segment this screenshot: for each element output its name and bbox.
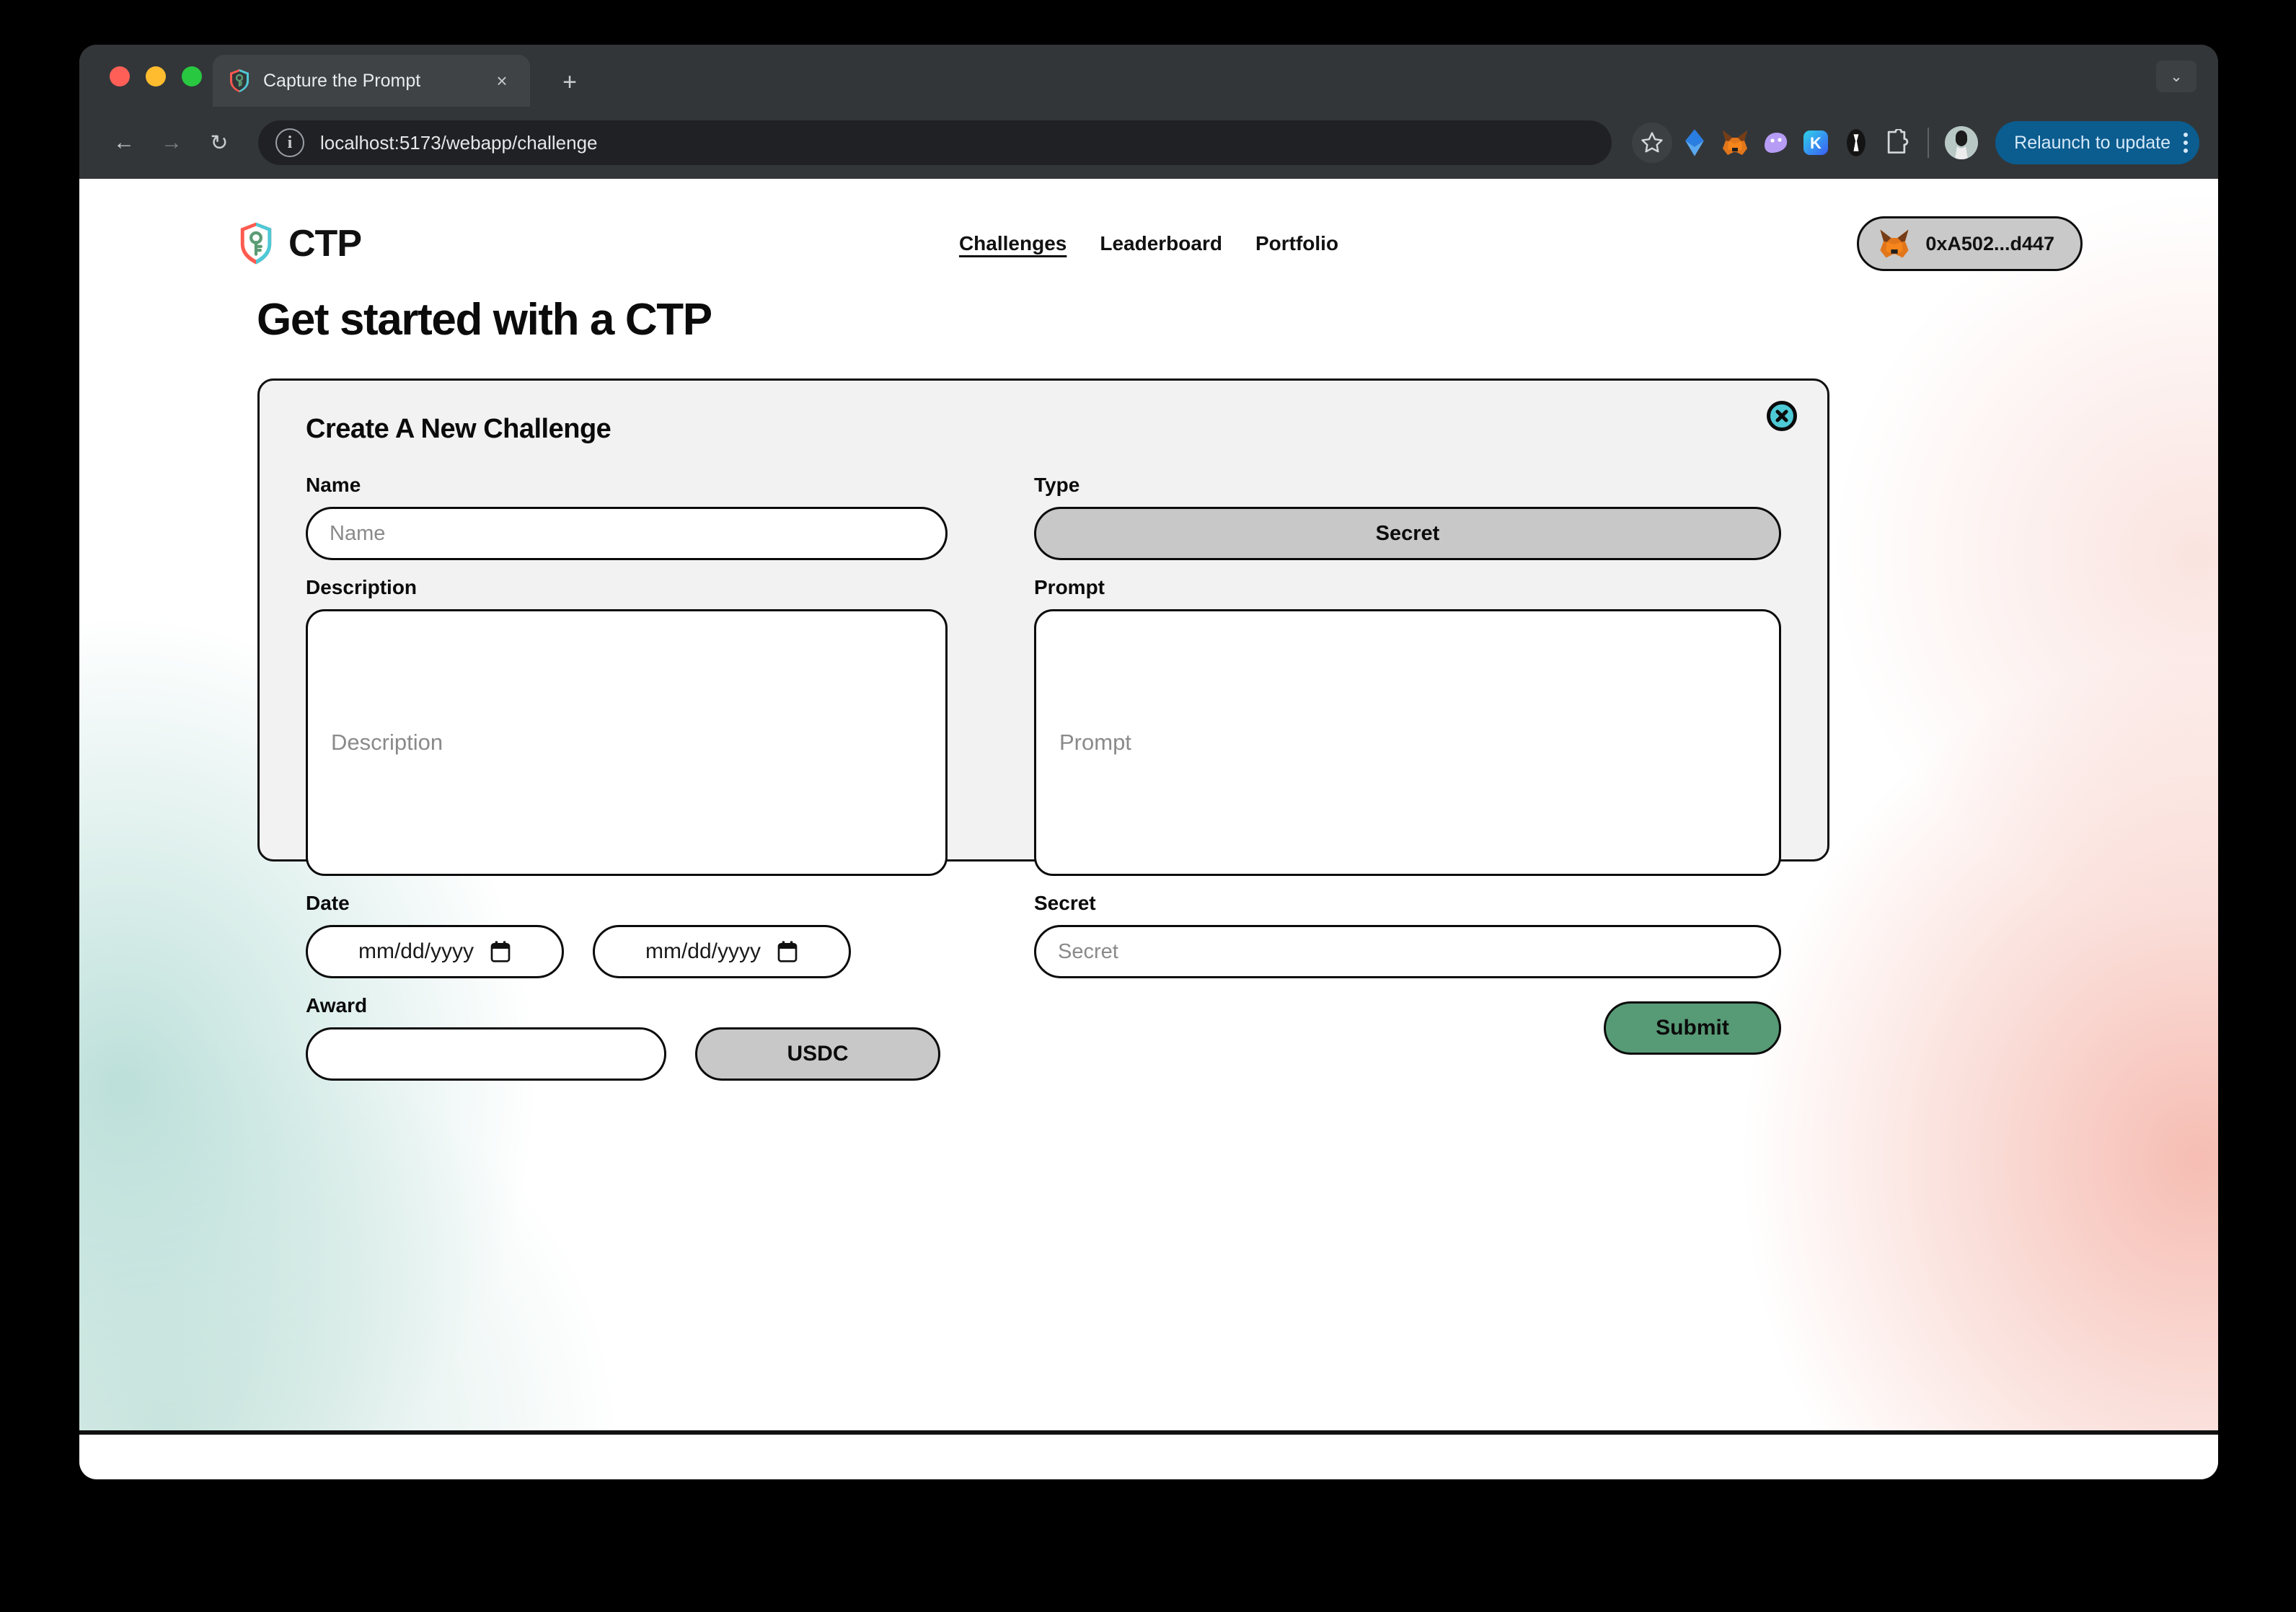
secret-label: Secret bbox=[1034, 892, 1096, 914]
calendar-icon[interactable] bbox=[777, 940, 798, 963]
nav-link-portfolio[interactable]: Portfolio bbox=[1255, 232, 1338, 255]
wallet-connect-button[interactable]: 0xA502...d447 bbox=[1857, 216, 2083, 271]
form-left-column: Name Description Description Date bbox=[306, 474, 948, 1097]
brand-name: CTP bbox=[288, 223, 362, 265]
award-currency-value: USDC bbox=[787, 1042, 849, 1066]
address-bar[interactable]: i localhost:5173/webapp/challenge bbox=[258, 120, 1612, 165]
tab-title: Capture the Prompt bbox=[263, 70, 421, 91]
reload-button[interactable]: ↻ bbox=[199, 123, 239, 163]
toolbar-divider bbox=[1928, 128, 1930, 158]
prompt-placeholder: Prompt bbox=[1059, 730, 1131, 755]
star-icon bbox=[1641, 132, 1663, 153]
prompt-label: Prompt bbox=[1034, 576, 1105, 598]
ctp-shield-icon bbox=[230, 69, 249, 92]
submit-row: Submit bbox=[1034, 1001, 1781, 1055]
field-secret: Secret bbox=[1034, 892, 1781, 978]
minimize-window-button[interactable] bbox=[146, 66, 166, 87]
description-textarea[interactable]: Description bbox=[306, 609, 948, 876]
app-header: CTP Challenges Leaderboard Portfolio 0xA… bbox=[79, 209, 2218, 278]
nav-link-leaderboard[interactable]: Leaderboard bbox=[1100, 232, 1222, 255]
field-prompt: Prompt Prompt bbox=[1034, 576, 1781, 876]
browser-window: Capture the Prompt × + ⌄ ← → ↻ i localho… bbox=[79, 45, 2218, 1479]
name-label: Name bbox=[306, 474, 361, 496]
date-row: mm/dd/yyyy mm/dd/yyyy bbox=[306, 925, 948, 978]
award-currency-select[interactable]: USDC bbox=[695, 1027, 940, 1081]
field-date: Date mm/dd/yyyy mm/dd/yyyy bbox=[306, 892, 948, 978]
metamask-fox-extension-icon[interactable] bbox=[1720, 128, 1750, 158]
date-label: Date bbox=[306, 892, 350, 914]
close-window-button[interactable] bbox=[110, 66, 130, 87]
new-tab-button[interactable]: + bbox=[555, 68, 584, 97]
award-row: USDC bbox=[306, 1027, 948, 1081]
secret-input[interactable] bbox=[1034, 925, 1781, 978]
purple-ghost-extension-icon[interactable] bbox=[1760, 128, 1791, 158]
window-bottom-strip bbox=[79, 1435, 2218, 1479]
prompt-textarea[interactable]: Prompt bbox=[1034, 609, 1781, 876]
maximize-window-button[interactable] bbox=[182, 66, 202, 87]
metamask-fox-icon bbox=[1880, 229, 1909, 258]
browser-toolbar: ← → ↻ i localhost:5173/webapp/challenge bbox=[79, 107, 2218, 179]
keplr-letter: K bbox=[1810, 134, 1822, 152]
browser-tab[interactable]: Capture the Prompt × bbox=[213, 55, 530, 107]
kebab-menu-icon[interactable] bbox=[2184, 133, 2188, 153]
relaunch-to-update-button[interactable]: Relaunch to update bbox=[1995, 121, 2199, 164]
main-nav: Challenges Leaderboard Portfolio bbox=[959, 232, 1338, 255]
type-value: Secret bbox=[1375, 521, 1440, 545]
ctp-shield-key-logo bbox=[240, 222, 272, 265]
chevron-down-icon[interactable]: ⌄ bbox=[2156, 61, 2196, 92]
field-type: Type Secret bbox=[1034, 474, 1781, 560]
blue-diamond-extension-icon[interactable] bbox=[1679, 128, 1710, 158]
field-name: Name bbox=[306, 474, 948, 560]
brand[interactable]: CTP bbox=[238, 221, 362, 266]
url-text: localhost:5173/webapp/challenge bbox=[320, 131, 598, 154]
date-end-input[interactable]: mm/dd/yyyy bbox=[593, 925, 851, 978]
form-right-column: Type Secret Prompt Prompt Secret Secret … bbox=[1034, 474, 1781, 1097]
date-end-placeholder: mm/dd/yyyy bbox=[645, 939, 761, 963]
extensions-bar: K bbox=[1679, 128, 1912, 158]
wallet-address: 0xA502...d447 bbox=[1925, 232, 2054, 254]
field-description: Description Description bbox=[306, 576, 948, 876]
field-award: Award USDC bbox=[306, 994, 948, 1081]
type-select[interactable]: Secret bbox=[1034, 507, 1781, 560]
nav-link-challenges[interactable]: Challenges bbox=[959, 232, 1067, 255]
page-viewport: CTP Challenges Leaderboard Portfolio 0xA… bbox=[79, 179, 2218, 1435]
x-mark-icon bbox=[1775, 409, 1788, 422]
submit-label: Submit bbox=[1656, 1016, 1729, 1040]
back-button[interactable]: ← bbox=[104, 123, 144, 163]
keplr-extension-icon[interactable]: K bbox=[1801, 128, 1831, 158]
type-label: Type bbox=[1034, 474, 1080, 496]
avatar-icon bbox=[1945, 126, 1979, 159]
forward-button[interactable]: → bbox=[151, 123, 192, 163]
submit-button[interactable]: Submit bbox=[1604, 1001, 1781, 1055]
name-input[interactable] bbox=[306, 507, 948, 560]
close-icon[interactable] bbox=[1767, 401, 1797, 431]
date-start-placeholder: mm/dd/yyyy bbox=[358, 939, 474, 963]
black-capsule-extension-icon[interactable] bbox=[1841, 128, 1871, 158]
bookmark-star-icon[interactable] bbox=[1632, 123, 1673, 163]
page-title: Get started with a CTP bbox=[257, 295, 712, 345]
award-amount-input[interactable] bbox=[306, 1027, 666, 1081]
calendar-icon[interactable] bbox=[490, 940, 511, 963]
award-label: Award bbox=[306, 994, 368, 1017]
date-start-input[interactable]: mm/dd/yyyy bbox=[306, 925, 564, 978]
tab-close-icon[interactable]: × bbox=[490, 68, 514, 93]
description-label: Description bbox=[306, 576, 418, 598]
create-challenge-card: Create A New Challenge Name Description … bbox=[257, 378, 1829, 1081]
relaunch-label: Relaunch to update bbox=[2014, 132, 2171, 153]
challenge-form: Name Description Description Date bbox=[306, 474, 1781, 1097]
site-info-icon[interactable]: i bbox=[275, 128, 304, 157]
window-traffic-lights bbox=[110, 66, 202, 87]
description-placeholder: Description bbox=[331, 730, 443, 755]
puzzle-piece-extensions-icon[interactable] bbox=[1881, 128, 1912, 158]
tab-strip: Capture the Prompt × + ⌄ bbox=[79, 45, 2218, 107]
profile-avatar[interactable] bbox=[1945, 126, 1979, 159]
card-title: Create A New Challenge bbox=[306, 414, 611, 444]
